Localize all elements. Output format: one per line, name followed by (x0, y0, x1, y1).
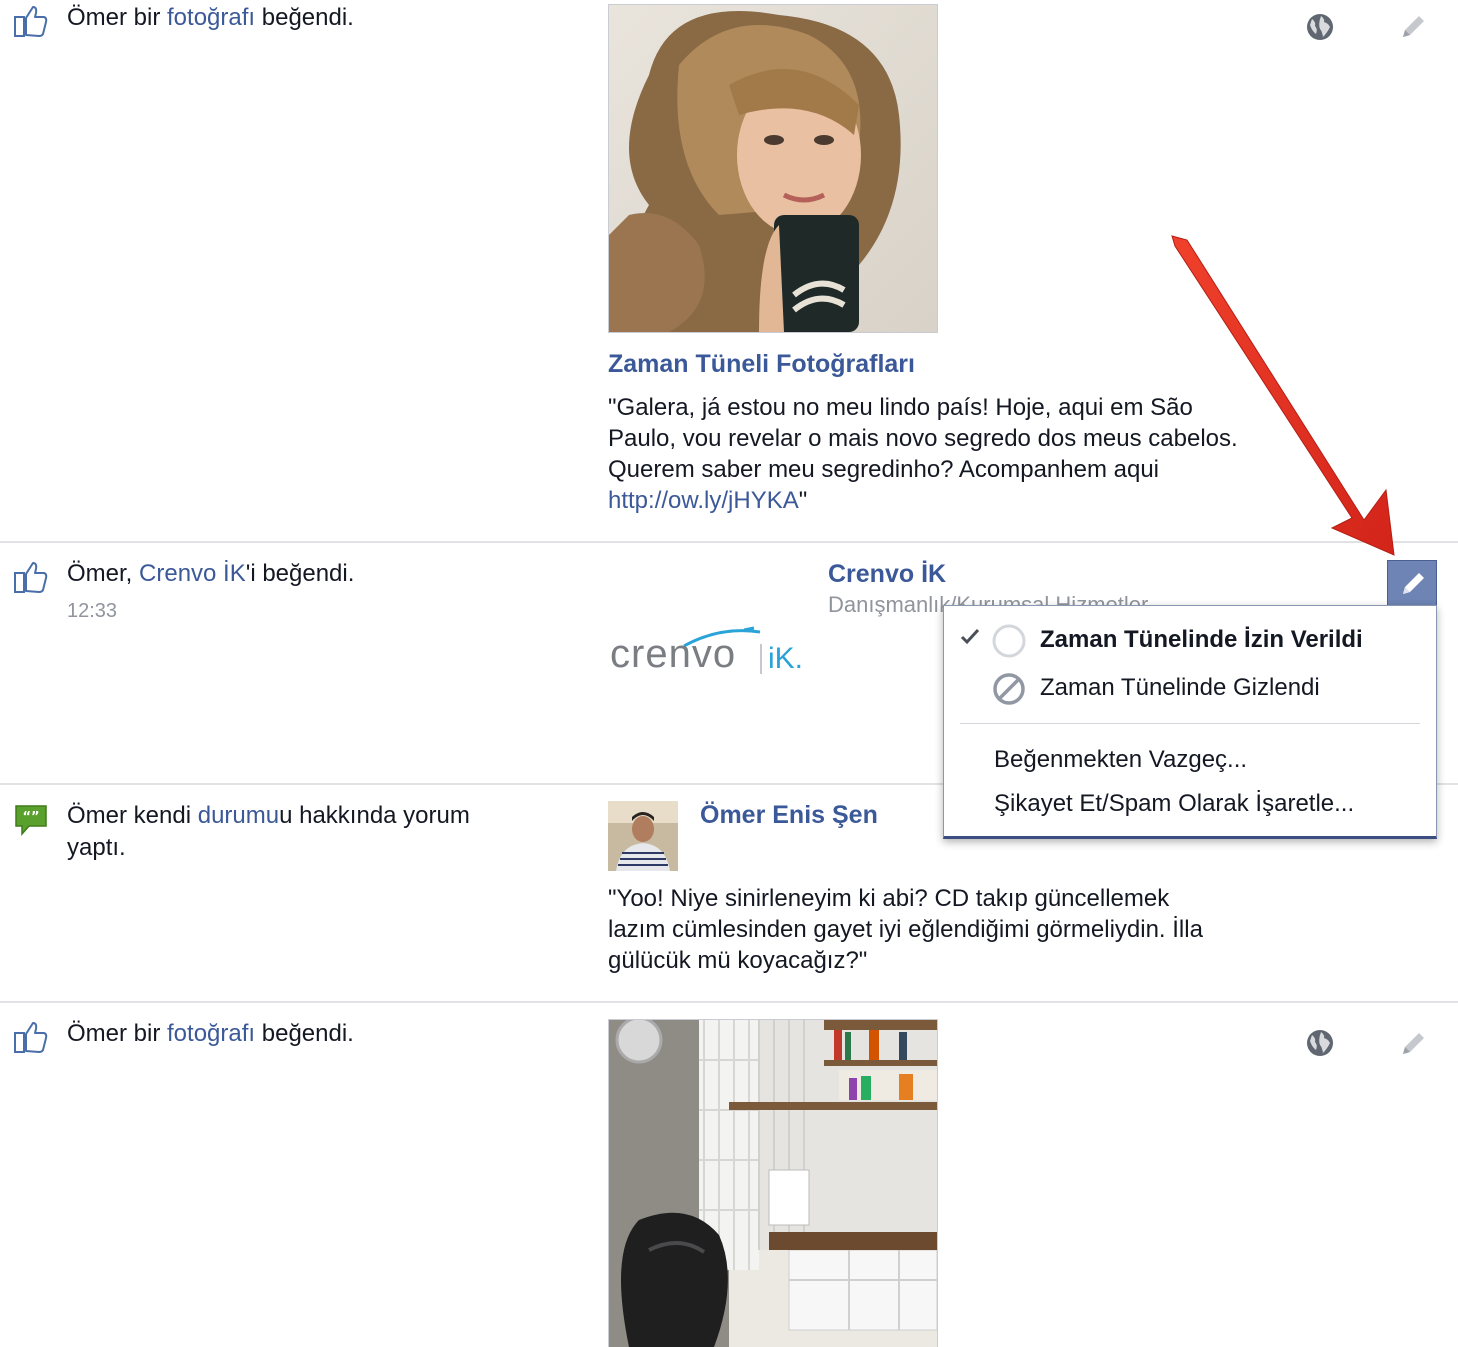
quote-line: "Galera, já estou no meu lindo país! Hoj… (608, 394, 1193, 421)
like-icon (14, 1022, 48, 1053)
story-summary: Ömer, Crenvo İK'i beğendi. (67, 558, 354, 590)
portrait-photo (609, 5, 937, 332)
pencil-icon[interactable] (1400, 1031, 1426, 1057)
menu-item-report-spam[interactable]: Şikayet Et/Spam Olarak İşaretle... (944, 788, 1436, 822)
page-logo[interactable]: crenvo iK. (610, 626, 830, 688)
story-options-menu: Zaman Tünelinde İzin Verildi Zaman Tünel… (943, 605, 1437, 839)
action-text: beğendi. (255, 4, 354, 31)
story-summary: Ömer bir fotoğrafı beğendi. (67, 2, 354, 34)
menu-item-label: Beğenmekten Vazgeç... (994, 746, 1248, 773)
photo-link[interactable]: fotoğrafı (167, 1020, 255, 1047)
actor-text: Ömer bir (67, 1020, 168, 1047)
edit-story-button[interactable] (1387, 560, 1437, 606)
comment-icon: “” (15, 805, 47, 836)
photo-link[interactable]: fotoğrafı (167, 4, 255, 31)
logo-suffix: iK. (768, 642, 804, 675)
actor-text: Ömer bir (67, 4, 168, 31)
quote-line: Paulo, vou revelar o mais novo segredo d… (608, 425, 1238, 452)
story-summary: Ömer bir fotoğrafı beğendi. (67, 1018, 354, 1050)
page-name-link[interactable]: Crenvo İK (828, 560, 946, 589)
quote-end: " (798, 487, 808, 514)
quote-line: "Yoo! Niye sinirleneyim ki abi? CD takıp… (608, 885, 1170, 912)
checkmark-icon (960, 628, 980, 645)
menu-divider (960, 723, 1420, 724)
quote-line: lazım cümlesinden gayet iyi eğlendiğimi … (608, 916, 1203, 943)
pencil-icon[interactable] (1400, 14, 1426, 40)
action-text-cont: yaptı. (67, 834, 126, 861)
pencil-icon (1403, 573, 1424, 594)
logo-text: crenvo (610, 632, 737, 676)
quote-line: gülücük mü koyacağız?" (608, 947, 868, 974)
author-avatar[interactable] (608, 801, 678, 871)
album-title-link[interactable]: Zaman Tüneli Fotoğrafları (608, 350, 915, 379)
like-icon (14, 562, 48, 593)
action-text: 'i beğendi. (245, 560, 355, 587)
comment-author-link[interactable]: Ömer Enis Şen (700, 801, 878, 830)
actor-text: Ömer kendi (67, 802, 198, 829)
like-icon (14, 6, 48, 37)
quote-line: Querem saber meu segredinho? Acompanhem … (608, 456, 1159, 483)
status-link[interactable]: durumu (198, 802, 279, 829)
comment-quote: "Yoo! Niye sinirleneyim ki abi? CD takıp… (608, 883, 1203, 976)
story-photo[interactable] (608, 1019, 938, 1347)
quote-url-link[interactable]: http://ow.ly/jHYKA (608, 487, 799, 514)
action-text: u hakkında yorum (279, 802, 470, 829)
interior-photo (609, 1020, 937, 1347)
svg-text:“”: “” (22, 810, 39, 825)
actor-text: Ömer, (67, 560, 140, 587)
quote-line: http://ow.ly/jHYKA" (608, 485, 1238, 516)
menu-item-hidden-from-timeline[interactable]: Zaman Tünelinde Gizlendi (944, 670, 1436, 706)
logo-divider (760, 644, 762, 674)
menu-item-label: Şikayet Et/Spam Olarak İşaretle... (994, 790, 1355, 817)
radio-circle-icon (992, 624, 1026, 658)
menu-item-allowed-on-timeline[interactable]: Zaman Tünelinde İzin Verildi (944, 622, 1436, 658)
story-summary: Ömer kendi durumuu hakkında yorum yaptı. (67, 800, 587, 864)
hidden-icon (993, 673, 1025, 705)
menu-item-label: Zaman Tünelinde Gizlendi (1040, 674, 1320, 701)
avatar-photo (608, 801, 678, 871)
menu-item-unlike[interactable]: Beğenmekten Vazgeç... (944, 744, 1436, 778)
story-photo[interactable] (608, 4, 938, 333)
globe-icon[interactable] (1306, 1029, 1334, 1057)
story-separator (0, 541, 1458, 543)
action-text: beğendi. (255, 1020, 354, 1047)
menu-item-label: Zaman Tünelinde İzin Verildi (1040, 626, 1363, 653)
story-quote: "Galera, já estou no meu lindo país! Hoj… (608, 392, 1238, 516)
page-link[interactable]: Crenvo İK (139, 560, 246, 587)
globe-icon[interactable] (1306, 13, 1334, 41)
timestamp[interactable]: 12:33 (67, 600, 117, 623)
story-separator (0, 1001, 1458, 1003)
